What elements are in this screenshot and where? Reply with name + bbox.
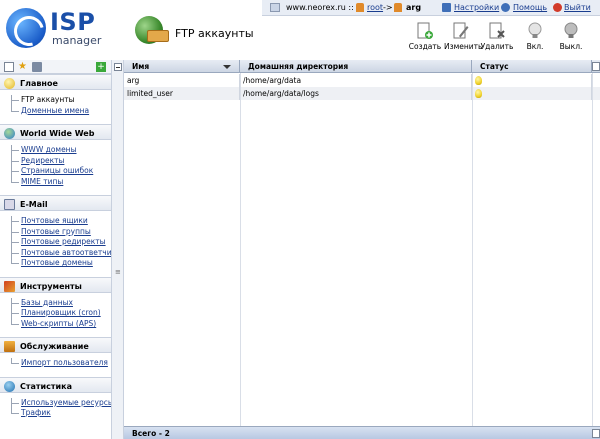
- column-name[interactable]: Имя: [124, 60, 240, 73]
- server-host: www.neorex.ru ::: [286, 3, 354, 12]
- table-row[interactable]: arg /home/arg/data: [124, 74, 600, 87]
- sidebar-section-stats: Статистика Используемые ресурсы Трафик: [0, 376, 111, 427]
- help-icon: [501, 3, 510, 12]
- column-settings-icon[interactable]: [592, 62, 600, 71]
- accounts-table: Имя Домашняя директория Статус arg /home…: [124, 60, 600, 439]
- sidebar-item-cron[interactable]: Планировщик (cron): [9, 308, 111, 319]
- tools-icon: [4, 280, 15, 292]
- sidebar-item-databases[interactable]: Базы данных: [9, 297, 111, 309]
- section-header[interactable]: E-Mail: [0, 195, 111, 211]
- server-icon: [270, 3, 280, 12]
- edit-icon: [453, 22, 469, 39]
- sidebar-item-domain-names[interactable]: Доменные имена: [9, 105, 111, 117]
- status-on-bulb-icon: [475, 89, 482, 98]
- status-on-bulb-icon: [475, 76, 482, 85]
- ispmanager-logo[interactable]: ISP manager: [6, 6, 116, 52]
- sidebar-section-email: E-Mail Почтовые ящики Почтовые группы По…: [0, 195, 111, 277]
- sidebar-item-mailboxes[interactable]: Почтовые ящики: [9, 216, 111, 227]
- sidebar-item-autoresponders[interactable]: Почтовые автоответчики: [9, 247, 111, 259]
- create-icon: [417, 22, 433, 39]
- sort-desc-icon: [223, 65, 231, 69]
- disable-bulb-icon: [564, 22, 578, 38]
- favorites-star-icon[interactable]: ★: [18, 62, 28, 72]
- settings-icon: [442, 3, 451, 12]
- sidebar-item-www-domains[interactable]: WWW домены: [9, 145, 111, 156]
- section-header[interactable]: Статистика: [0, 376, 111, 393]
- logout-icon: [553, 3, 562, 12]
- history-icon[interactable]: [32, 62, 42, 72]
- column-divider: [240, 73, 241, 426]
- sidebar-item-traffic[interactable]: Трафик: [9, 408, 111, 419]
- sidebar-item-mail-domains[interactable]: Почтовые домены: [9, 258, 111, 269]
- mail-icon: [4, 199, 15, 210]
- column-divider: [592, 73, 593, 426]
- delete-button[interactable]: Удалить: [480, 22, 514, 54]
- service-icon: [4, 341, 15, 352]
- status-cell: [472, 74, 592, 87]
- sidebar-item-web-scripts[interactable]: Web-скрипты (APS): [9, 318, 111, 330]
- current-user: arg: [406, 3, 422, 12]
- column-divider: [472, 73, 473, 426]
- globe-icon: [4, 128, 15, 139]
- arrow-separator: ->: [383, 3, 393, 12]
- help-link[interactable]: Помощь: [513, 3, 547, 12]
- toolbar: Создать Изменить Удалить Вкл. Выкл.: [408, 22, 588, 54]
- enable-bulb-icon: [528, 22, 542, 38]
- sidebar-tools: ★ +: [0, 60, 111, 74]
- column-home-dir[interactable]: Домашняя директория: [240, 60, 472, 73]
- header: ISP manager FTP аккаунты www.neorex.ru :…: [0, 0, 600, 58]
- stats-icon: [4, 380, 15, 392]
- splitter-grip-icon[interactable]: ≡: [115, 268, 121, 276]
- sidebar-item-mime-types[interactable]: MIME типы: [9, 176, 111, 188]
- sidebar-item-ftp-accounts[interactable]: FTP аккаунты: [9, 95, 111, 106]
- delete-icon: [489, 22, 505, 39]
- user-root-icon: [356, 3, 364, 12]
- sidebar-item-import-user[interactable]: Импорт пользователя: [9, 358, 111, 369]
- sidebar-section-main: Главное FTP аккаунты Доменные имена: [0, 74, 111, 124]
- sidebar-section-tools: Инструменты Базы данных Планировщик (cro…: [0, 276, 111, 338]
- root-user-link[interactable]: root: [367, 3, 383, 12]
- sidebar-section-service: Обслуживание Импорт пользователя: [0, 337, 111, 377]
- sidebar-item-redirects[interactable]: Редиректы: [9, 155, 111, 167]
- edit-button[interactable]: Изменить: [444, 22, 482, 54]
- ftp-globe-icon: [135, 16, 169, 44]
- total-count: Всего - 2: [132, 429, 170, 438]
- sidebar-item-error-pages[interactable]: Страницы ошибок: [9, 166, 111, 177]
- logo-isp-text: ISP: [50, 8, 96, 36]
- user-topbar: www.neorex.ru :: root -> arg Настройки П…: [262, 0, 600, 16]
- section-header[interactable]: Обслуживание: [0, 337, 111, 353]
- logout-link[interactable]: Выйти: [564, 3, 591, 12]
- column-status[interactable]: Статус: [472, 60, 592, 73]
- sidebar: ★ + Главное FTP аккаунты Доменные имена …: [0, 60, 112, 439]
- sidebar-item-mail-redirects[interactable]: Почтовые редиректы: [9, 237, 111, 248]
- sidebar-item-resources[interactable]: Используемые ресурсы: [9, 397, 111, 409]
- table-row[interactable]: limited_user /home/arg/data/logs: [124, 87, 600, 100]
- home-icon: [4, 78, 15, 89]
- add-favorite-icon[interactable]: +: [96, 62, 106, 72]
- user-current-icon: [394, 3, 402, 12]
- collapse-sidebar-icon[interactable]: [114, 63, 122, 71]
- disable-button[interactable]: Выкл.: [554, 22, 588, 54]
- settings-link[interactable]: Настройки: [454, 3, 499, 12]
- table-footer: Всего - 2: [124, 426, 600, 439]
- logo-manager-text: manager: [52, 34, 102, 47]
- enable-button[interactable]: Вкл.: [518, 22, 552, 54]
- status-cell: [472, 87, 592, 100]
- footer-settings-icon[interactable]: [592, 429, 600, 438]
- section-header[interactable]: Главное: [0, 74, 111, 90]
- sidebar-item-mail-groups[interactable]: Почтовые группы: [9, 226, 111, 238]
- section-header[interactable]: Инструменты: [0, 276, 111, 293]
- sidebar-section-www: World Wide Web WWW домены Редиректы Стра…: [0, 124, 111, 195]
- page-title: FTP аккаунты: [175, 27, 254, 40]
- tree-view-icon[interactable]: [4, 62, 14, 72]
- section-header[interactable]: World Wide Web: [0, 124, 111, 140]
- sidebar-splitter[interactable]: ≡: [112, 60, 124, 439]
- table-header: Имя Домашняя директория Статус: [124, 60, 600, 73]
- logo-emblem-icon: [6, 8, 46, 48]
- create-button[interactable]: Создать: [408, 22, 442, 54]
